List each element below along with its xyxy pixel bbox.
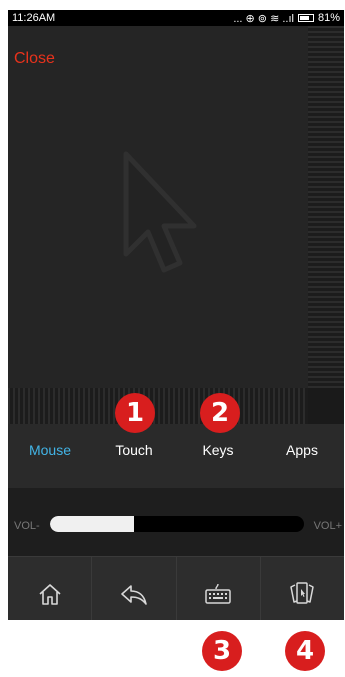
signal-icons: ... ⊕ ⊚ ≋ ..ıl	[233, 12, 294, 25]
home-button[interactable]	[8, 557, 93, 620]
touchpad-area[interactable]: Close	[8, 26, 308, 388]
status-time: 11:26AM	[12, 12, 56, 24]
tab-touch[interactable]: Touch	[92, 424, 176, 488]
keyboard-icon	[205, 583, 231, 604]
volume-slider[interactable]	[50, 516, 304, 532]
scroll-corner	[308, 388, 344, 424]
horizontal-scroll-strip[interactable]	[8, 388, 308, 424]
callout-badge-1: 1	[115, 393, 155, 433]
status-icons: ... ⊕ ⊚ ≋ ..ıl 81%	[233, 12, 340, 25]
battery-percent: 81%	[317, 12, 340, 24]
volume-down-label[interactable]: VOL-	[14, 520, 40, 532]
volume-slider-fill	[50, 516, 134, 532]
status-bar: 11:26AM ... ⊕ ⊚ ≋ ..ıl 81%	[8, 10, 344, 26]
battery-icon	[297, 14, 314, 22]
tab-mouse[interactable]: Mouse	[8, 424, 92, 488]
tab-apps[interactable]: Apps	[260, 424, 344, 488]
callout-badge-3: 3	[202, 631, 242, 671]
navigation-bar	[8, 556, 344, 620]
battery-fill	[299, 16, 310, 20]
mode-tabs: Mouse Touch Keys Apps	[8, 424, 344, 488]
keyboard-button[interactable]	[177, 557, 261, 620]
vertical-scroll-strip[interactable]	[308, 26, 344, 388]
arrow-cursor-icon	[123, 151, 197, 273]
back-button[interactable]	[92, 557, 177, 620]
volume-up-label[interactable]: VOL+	[314, 520, 342, 532]
app-switcher-icon	[290, 581, 315, 604]
close-button[interactable]: Close	[14, 50, 55, 68]
home-icon	[39, 583, 61, 605]
phone-screen: 11:26AM ... ⊕ ⊚ ≋ ..ıl 81% Close Mouse T…	[8, 10, 344, 620]
app-switcher-button[interactable]	[261, 557, 344, 620]
callout-badge-2: 2	[200, 393, 240, 433]
tab-keys[interactable]: Keys	[176, 424, 260, 488]
volume-control: VOL- VOL+	[8, 488, 344, 556]
back-icon	[121, 584, 147, 605]
callout-badge-4: 4	[285, 631, 325, 671]
